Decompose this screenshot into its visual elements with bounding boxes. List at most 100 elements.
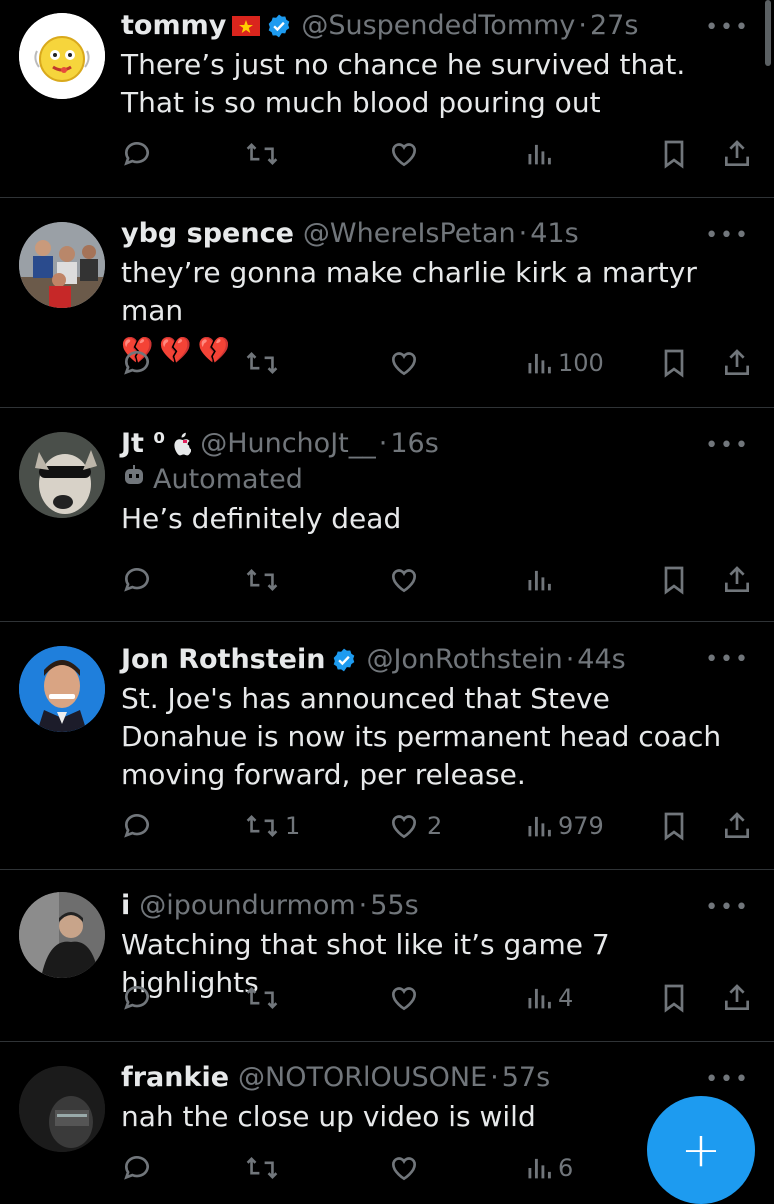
share-button[interactable] — [722, 560, 752, 600]
views-button[interactable]: 6 — [526, 1148, 573, 1188]
share-button[interactable] — [722, 343, 752, 383]
retweet-icon — [245, 138, 279, 170]
user-handle[interactable]: @WhereIsPetan — [303, 216, 516, 252]
tweet-text: He’s definitely dead — [121, 502, 402, 535]
avatar[interactable] — [19, 222, 105, 308]
like-button[interactable] — [387, 134, 427, 174]
retweet-button[interactable] — [245, 560, 285, 600]
reply-icon — [121, 982, 153, 1014]
tweet[interactable]: ••• Jon Rothstein @JonRothstein · 44s St… — [0, 622, 774, 870]
like-button[interactable]: 2 — [387, 806, 442, 846]
tweet[interactable]: ••• i @ipoundurmom · 55s Watching that s… — [0, 870, 774, 1042]
retweet-icon — [245, 810, 279, 842]
display-name[interactable]: ybg spence — [121, 216, 294, 252]
retweet-icon — [245, 1152, 279, 1184]
share-button[interactable] — [722, 978, 752, 1018]
bookmark-icon — [660, 347, 688, 379]
retweet-button[interactable]: 1 — [245, 806, 300, 846]
avatar[interactable] — [19, 13, 105, 99]
views-button[interactable] — [526, 134, 558, 174]
like-count: 2 — [427, 812, 443, 840]
like-button[interactable] — [387, 1148, 427, 1188]
compose-plus-icon: + — [680, 1122, 722, 1178]
views-count: 6 — [558, 1154, 574, 1182]
tweet-text: they’re gonna make charlie kirk a martyr… — [121, 256, 697, 327]
avatar[interactable] — [19, 1066, 105, 1152]
robot-icon — [121, 462, 147, 498]
views-button[interactable]: 979 — [526, 806, 604, 846]
user-handle[interactable]: @ipoundurmom — [139, 888, 355, 924]
share-icon — [722, 810, 752, 842]
tweet-text: St. Joe's has announced that Steve Donah… — [121, 682, 722, 791]
timestamp[interactable]: 55s — [370, 888, 418, 924]
views-button[interactable] — [526, 560, 558, 600]
like-button[interactable] — [387, 343, 427, 383]
retweet-icon — [245, 347, 279, 379]
reply-button[interactable] — [121, 343, 159, 383]
reply-icon — [121, 347, 153, 379]
retweet-button[interactable] — [245, 343, 285, 383]
heart-icon — [387, 564, 421, 596]
avatar[interactable] — [19, 646, 105, 732]
reply-icon — [121, 810, 153, 842]
bookmark-button[interactable] — [660, 978, 688, 1018]
user-handle[interactable]: @SuspendedTommy — [301, 8, 575, 44]
display-name[interactable]: tommy — [121, 8, 226, 44]
retweet-button[interactable] — [245, 978, 285, 1018]
reply-button[interactable] — [121, 978, 159, 1018]
timestamp[interactable]: 27s — [590, 8, 638, 44]
tweet[interactable]: ••• ybg spence @WhereIsPetan · 41s they’… — [0, 198, 774, 408]
reply-button[interactable] — [121, 134, 159, 174]
views-chart-icon — [526, 564, 552, 596]
views-chart-icon — [526, 138, 552, 170]
timestamp[interactable]: 57s — [502, 1060, 550, 1096]
display-name[interactable]: Jon Rothstein — [121, 642, 325, 678]
compose-button[interactable]: + — [647, 1096, 755, 1204]
reply-button[interactable] — [121, 560, 159, 600]
timestamp[interactable]: 16s — [390, 426, 438, 462]
bookmark-button[interactable] — [660, 343, 688, 383]
retweet-button[interactable] — [245, 134, 285, 174]
bookmark-button[interactable] — [660, 560, 688, 600]
like-button[interactable] — [387, 978, 427, 1018]
verified-badge-icon — [266, 13, 292, 39]
heart-icon — [387, 1152, 421, 1184]
reply-icon — [121, 1152, 153, 1184]
tweet-text: There’s just no chance he survived that.… — [121, 48, 686, 119]
tweet[interactable]: ••• tommy @SuspendedTommy · 27s There’s … — [0, 0, 774, 198]
views-count: 4 — [558, 984, 574, 1012]
display-name[interactable]: frankie — [121, 1060, 229, 1096]
reply-button[interactable] — [121, 806, 159, 846]
timestamp[interactable]: 44s — [577, 642, 625, 678]
user-handle[interactable]: @NOTORlOUSONE — [238, 1060, 487, 1096]
share-button[interactable] — [722, 134, 752, 174]
display-name[interactable]: i — [121, 888, 130, 924]
retweet-button[interactable] — [245, 1148, 285, 1188]
views-count: 979 — [558, 812, 604, 840]
bookmark-button[interactable] — [660, 134, 688, 174]
avatar[interactable] — [19, 432, 105, 518]
retweet-count: 1 — [285, 812, 301, 840]
avatar[interactable] — [19, 892, 105, 978]
like-button[interactable] — [387, 560, 427, 600]
display-name[interactable]: Jt ⁰ — [121, 426, 165, 462]
reply-button[interactable] — [121, 1148, 159, 1188]
share-icon — [722, 138, 752, 170]
views-chart-icon — [526, 982, 552, 1014]
vietnam-flag-icon — [232, 16, 261, 36]
timestamp[interactable]: 41s — [530, 216, 578, 252]
user-handle[interactable]: @JonRothstein — [366, 642, 562, 678]
views-button[interactable]: 100 — [526, 343, 604, 383]
apple-logo-icon — [171, 432, 192, 456]
tweet[interactable]: ••• Jt ⁰ @HunchoJt__ · 16s Automated He’… — [0, 408, 774, 622]
user-handle[interactable]: @HunchoJt__ — [200, 426, 376, 462]
bookmark-icon — [660, 982, 688, 1014]
bookmark-button[interactable] — [660, 806, 688, 846]
share-button[interactable] — [722, 806, 752, 846]
views-button[interactable]: 4 — [526, 978, 573, 1018]
bookmark-icon — [660, 138, 688, 170]
share-icon — [722, 982, 752, 1014]
reply-icon — [121, 138, 153, 170]
scrollbar[interactable] — [765, 0, 771, 66]
views-chart-icon — [526, 1152, 552, 1184]
